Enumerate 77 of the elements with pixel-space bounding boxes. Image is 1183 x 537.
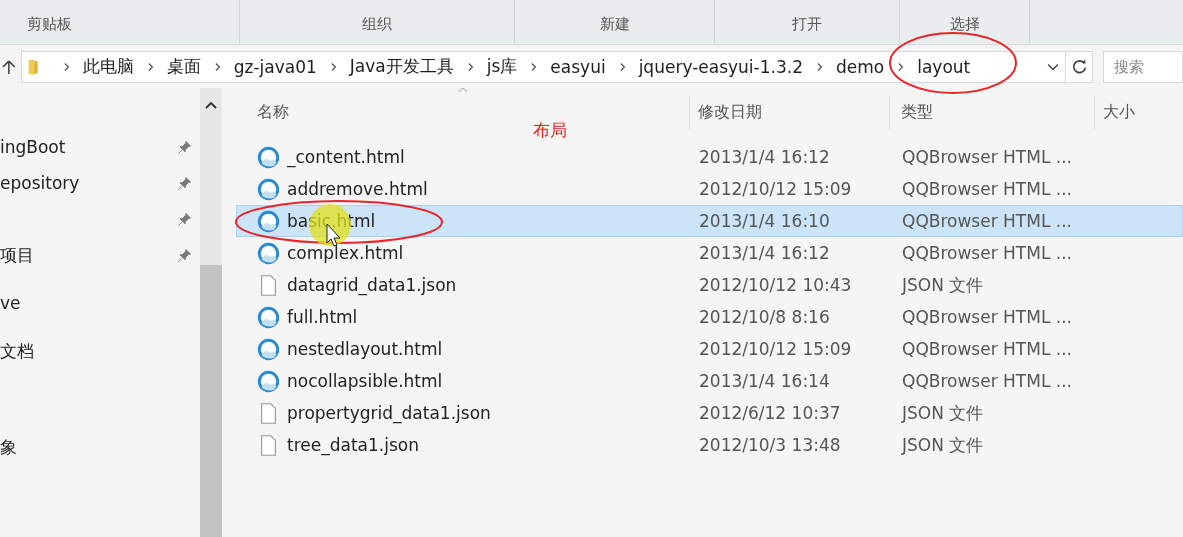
file-type: QQBrowser HTML ... xyxy=(902,211,1072,231)
scrollbar[interactable] xyxy=(200,88,222,537)
ribbon-group-label: 剪贴板 xyxy=(27,15,72,34)
column-header[interactable]: 类型 xyxy=(901,102,933,123)
file-name: _content.html xyxy=(287,147,405,167)
refresh-button[interactable] xyxy=(1066,50,1093,83)
breadcrumb[interactable]: gz-java01 xyxy=(233,56,317,77)
browser-file-icon xyxy=(257,305,280,329)
file-row[interactable]: propertygrid_data1.json 2012/6/12 10:37 JSON 文件 xyxy=(236,397,1183,429)
file-type: QQBrowser HTML ... xyxy=(902,371,1072,391)
file-type: JSON 文件 xyxy=(902,433,984,457)
breadcrumb[interactable]: layout xyxy=(917,56,971,77)
modified-date: 2013/1/4 16:12 xyxy=(699,243,830,263)
ribbon-group-label: 打开 xyxy=(792,15,822,34)
scrollbar-thumb[interactable] xyxy=(200,265,222,537)
breadcrumb[interactable]: jquery-easyui-1.3.2 xyxy=(638,56,803,77)
file-name: propertygrid_data1.json xyxy=(287,403,491,423)
file-type: QQBrowser HTML ... xyxy=(902,179,1072,199)
modified-date: 2013/1/4 16:12 xyxy=(699,147,830,167)
file-type: QQBrowser HTML ... xyxy=(902,243,1072,263)
file-type: QQBrowser HTML ... xyxy=(902,307,1072,327)
column-header[interactable]: 大小 xyxy=(1103,102,1135,123)
ribbon-group-label: 新建 xyxy=(599,15,630,34)
breadcrumb[interactable]: 桌面 xyxy=(166,55,201,78)
sidebar-item[interactable]: epository xyxy=(0,173,177,193)
sidebar-item[interactable]: 文档 xyxy=(0,339,192,363)
column-header[interactable]: 修改日期 xyxy=(698,102,762,123)
file-name: nocollapsible.html xyxy=(287,371,443,391)
sidebar-item[interactable]: 项目 xyxy=(0,243,177,267)
file-row[interactable]: complex.html 2013/1/4 16:12 QQBrowser HTML ... xyxy=(236,237,1183,269)
file-name: datagrid_data1.json xyxy=(287,275,457,295)
file-name: complex.html xyxy=(287,243,404,263)
browser-file-icon xyxy=(257,177,280,201)
breadcrumb[interactable]: easyui xyxy=(550,56,606,77)
modified-date: 2012/6/12 10:37 xyxy=(699,403,841,423)
file-row[interactable]: nestedlayout.html 2012/10/12 15:09 QQBrowser HTML ... xyxy=(236,333,1183,365)
file-row[interactable]: nocollapsible.html 2013/1/4 16:14 QQBrowser HTML ... xyxy=(236,365,1183,397)
file-row[interactable]: full.html 2012/10/8 8:16 QQBrowser HTML ... xyxy=(236,301,1183,333)
refresh-icon xyxy=(1070,58,1088,75)
modified-date: 2012/10/12 15:09 xyxy=(699,339,852,359)
ribbon-group-label: 选择 xyxy=(949,15,980,34)
file-type: QQBrowser HTML ... xyxy=(902,147,1072,167)
file-type: JSON 文件 xyxy=(902,273,984,297)
file-name: tree_data1.json xyxy=(287,435,419,455)
file-type: QQBrowser HTML ... xyxy=(902,339,1072,359)
file-row[interactable]: datagrid_data1.json 2012/10/12 10:43 JSON 文件 xyxy=(236,269,1183,301)
browser-file-icon xyxy=(257,209,280,233)
address-bar[interactable]: 此电脑 桌面 gz-java01 Java开发工具 js库 easyui jquery-easyui-1.3.2 demo layout xyxy=(20,50,1067,83)
file-row[interactable]: _content.html 2013/1/4 16:12 QQBrowser HTML ... xyxy=(236,141,1183,173)
file-name: nestedlayout.html xyxy=(287,339,443,359)
breadcrumb[interactable]: Java开发工具 xyxy=(349,55,454,78)
annotation-text: 布局 xyxy=(533,119,567,142)
breadcrumb[interactable]: demo xyxy=(835,56,885,77)
modified-date: 2012/10/3 13:48 xyxy=(699,435,841,455)
file-name: addremove.html xyxy=(287,179,428,199)
modified-date: 2012/10/12 15:09 xyxy=(699,179,852,199)
scroll-up-icon[interactable] xyxy=(205,101,217,109)
modified-date: 2013/1/4 16:14 xyxy=(699,371,830,391)
browser-file-icon xyxy=(257,369,280,393)
modified-date: 2012/10/8 8:16 xyxy=(699,307,830,327)
browser-file-icon xyxy=(257,241,280,265)
modified-date: 2013/1/4 16:10 xyxy=(699,211,830,231)
browser-file-icon xyxy=(257,337,280,361)
modified-date: 2012/10/12 10:43 xyxy=(699,275,852,295)
file-name: full.html xyxy=(287,307,358,327)
browser-file-icon xyxy=(257,145,280,169)
sidebar-item[interactable]: ve xyxy=(0,293,192,313)
file-row[interactable]: addremove.html 2012/10/12 15:09 QQBrowser HTML ... xyxy=(236,173,1183,205)
search-field[interactable]: 搜索 xyxy=(1103,50,1183,83)
sidebar-item[interactable]: ingBoot xyxy=(0,137,177,157)
file-row[interactable]: tree_data1.json 2012/10/3 13:48 JSON 文件 xyxy=(236,429,1183,461)
sidebar-item[interactable]: 象 xyxy=(0,435,192,459)
column-header[interactable]: 名称 xyxy=(257,102,289,123)
breadcrumb[interactable]: js库 xyxy=(486,55,518,78)
file-type: JSON 文件 xyxy=(902,401,984,425)
breadcrumb[interactable]: 此电脑 xyxy=(82,55,134,78)
ribbon-group-label: 组织 xyxy=(362,15,392,34)
